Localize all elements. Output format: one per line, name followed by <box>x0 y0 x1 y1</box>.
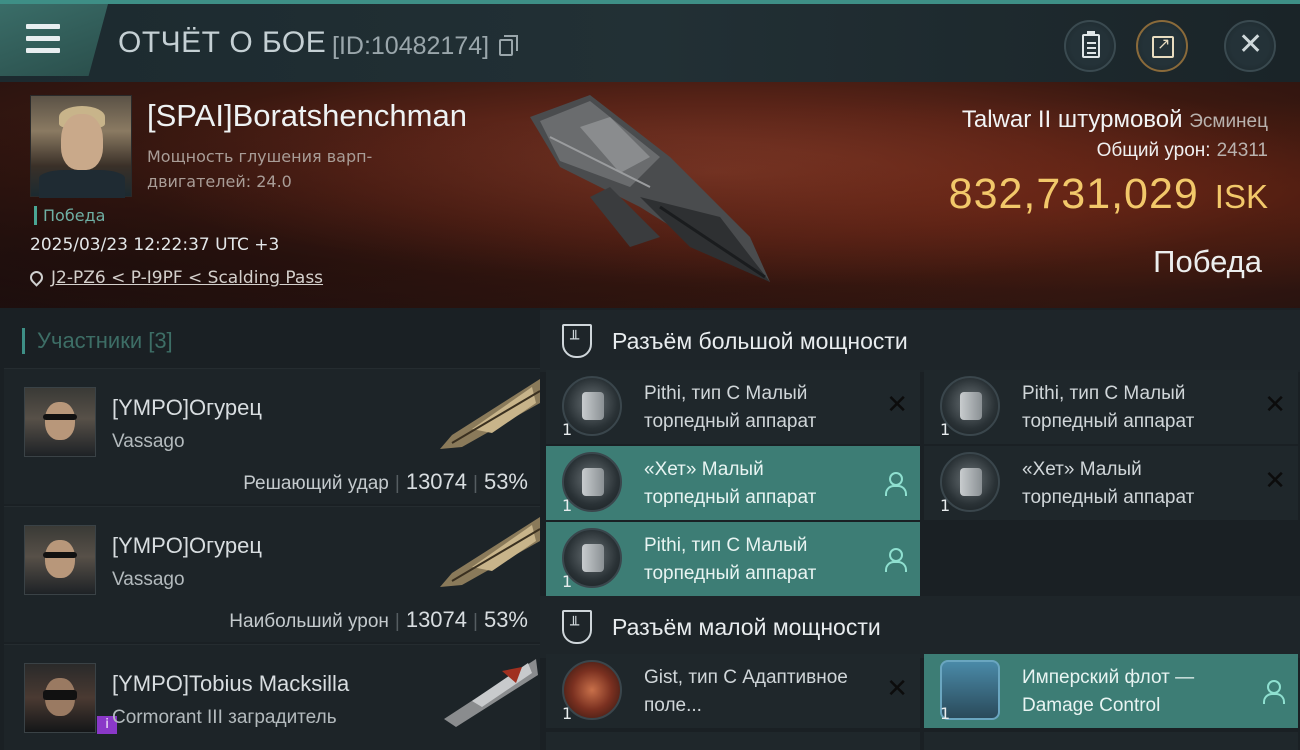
person-icon <box>884 548 907 572</box>
result-tag: Победа <box>34 206 105 225</box>
page-title: ОТЧЁТ О БОЕ <box>118 26 327 59</box>
module-slot[interactable]: 1 Pithi, тип C Малый торпедный аппарат ✕ <box>546 370 920 444</box>
battle-id: [ID:10482174] <box>332 32 490 60</box>
battle-timestamp: 2025/03/23 12:22:37 UTC +3 <box>30 235 280 255</box>
clipboard-icon <box>1082 31 1100 58</box>
participant-ship: Vassago <box>112 569 185 590</box>
module-name: Gist, тип C Адаптивное поле... <box>644 667 848 716</box>
participant-row[interactable]: i [YMPO]Tobius Macksilla Cormorant III з… <box>4 644 540 750</box>
close-icon: ✕ <box>1238 27 1264 62</box>
participant-row[interactable]: [YMPO]Огурец Vassago Решающий удар | 13074… <box>4 368 541 504</box>
victim-stat: Мощность глушения варп-двигателей: 24.0 <box>147 147 373 191</box>
victim-ship-name[interactable]: Talwar II штурмовой Эсминец <box>962 106 1268 134</box>
share-button[interactable] <box>1136 20 1188 72</box>
participants-header[interactable]: Участники [3] <box>22 328 173 354</box>
hamburger-menu-icon-line <box>26 36 60 41</box>
person-icon <box>884 472 907 496</box>
high-slot-label: Разъём большой мощности <box>612 328 908 354</box>
x-icon: ✕ <box>886 390 908 420</box>
participant-damage: 13074 <box>405 469 468 494</box>
module-quantity: 1 <box>562 420 573 439</box>
victim-banner: [SPAI]Boratshenchman Мощность глушения в… <box>0 82 1300 308</box>
module-quantity: 1 <box>940 704 951 723</box>
participant-ship: Cormorant III заградитель <box>112 707 337 728</box>
participant-ship-image <box>440 517 541 587</box>
module-quantity: 1 <box>940 496 951 515</box>
participant-damage: 13074 <box>405 607 468 632</box>
module-quantity: 1 <box>562 572 573 591</box>
victim-ship-image <box>530 95 770 282</box>
module-name: «Хет» Малый торпедный аппарат <box>1022 459 1195 508</box>
isk-amount: 832,731,029 <box>948 170 1199 218</box>
person-icon <box>1262 680 1285 704</box>
module-quantity: 1 <box>940 420 951 439</box>
low-slot-header: Разъём малой мощности <box>540 596 1300 658</box>
participant-name: [YMPO]Tobius Macksilla <box>112 671 350 696</box>
module-slot[interactable]: 1 Gist, тип C Адаптивное поле... ✕ <box>546 654 920 728</box>
damage-label: Общий урон: <box>1096 140 1211 161</box>
participant-stats: Наибольший урон | 13074 | 53% <box>229 607 528 632</box>
battle-outcome: Победа <box>1153 244 1262 279</box>
participant-ship-image <box>444 659 538 727</box>
slot-shield-icon <box>562 610 592 644</box>
module-slot-partial[interactable] <box>924 732 1298 750</box>
module-slot[interactable]: 1 «Хет» Малый торпедный аппарат ✕ <box>924 446 1298 520</box>
x-icon: ✕ <box>1264 390 1286 420</box>
top-bar: ОТЧЁТ О БОЕ [ID:10482174] ✕ <box>0 0 1300 82</box>
participant-role: Наибольший урон <box>229 611 389 632</box>
module-name: Pithi, тип C Малый торпедный аппарат <box>644 535 817 584</box>
share-icon <box>1152 34 1174 58</box>
location-link[interactable]: J2-PZ6 < P-I9PF < Scalding Pass <box>27 268 323 288</box>
participant-name: [YMPO]Огурец <box>112 395 262 420</box>
participant-percent: 53% <box>483 469 528 494</box>
x-icon: ✕ <box>886 674 908 704</box>
victim-portrait[interactable] <box>30 95 132 198</box>
participant-ship: Vassago <box>112 431 185 452</box>
slot-shield-icon <box>562 324 592 358</box>
module-quantity: 1 <box>562 496 573 515</box>
participant-row[interactable]: [YMPO]Огурец Vassago Наибольший урон | 130… <box>4 506 541 642</box>
hamburger-menu-icon-line <box>26 48 60 53</box>
close-button[interactable]: ✕ <box>1224 20 1276 72</box>
participant-ship-image <box>440 379 541 449</box>
fitting-panel: Разъём большой мощности 1 Pithi, тип C М… <box>540 308 1300 750</box>
victim-name[interactable]: [SPAI]Boratshenchman <box>147 98 467 134</box>
participant-role: Решающий удар <box>243 473 389 494</box>
module-slot[interactable]: 1 Pithi, тип C Малый торпедный аппарат <box>546 522 920 596</box>
module-quantity: 1 <box>562 704 573 723</box>
module-slot[interactable]: 1 Имперский флот — Damage Control <box>924 654 1298 728</box>
total-damage: Общий урон: 24311 <box>1097 140 1268 162</box>
hamburger-menu-icon <box>26 24 60 29</box>
module-name: Имперский флот — Damage Control <box>1022 667 1195 716</box>
damage-value: 24311 <box>1216 140 1268 161</box>
location-text[interactable]: J2-PZ6 < P-I9PF < Scalding Pass <box>51 268 323 288</box>
isk-value: 832,731,029 ISK <box>949 170 1268 219</box>
participant-stats: Решающий удар | 13074 | 53% <box>243 469 528 494</box>
module-name: Pithi, тип C Малый торпедный аппарат <box>644 383 817 432</box>
x-icon: ✕ <box>1264 466 1286 496</box>
high-slot-header: Разъём большой мощности <box>540 310 1300 372</box>
participants-panel: Участники [3] [YMPO]Огурец Vassago Решаю… <box>0 308 541 750</box>
copy-icon[interactable] <box>499 35 518 56</box>
module-name: «Хет» Малый торпедный аппарат <box>644 459 817 508</box>
location-pin-icon <box>27 268 46 287</box>
module-slot[interactable]: 1 «Хет» Малый торпедный аппарат <box>546 446 920 520</box>
ship-class: Эсминец <box>1189 111 1268 132</box>
participant-avatar[interactable]: i <box>24 663 117 734</box>
participant-percent: 53% <box>483 607 528 632</box>
module-name: Pithi, тип C Малый торпедный аппарат <box>1022 383 1195 432</box>
module-slot-partial[interactable] <box>546 732 920 750</box>
module-slot[interactable]: 1 Pithi, тип C Малый торпедный аппарат ✕ <box>924 370 1298 444</box>
isk-unit: ISK <box>1214 178 1268 215</box>
low-slot-label: Разъём малой мощности <box>612 614 881 640</box>
ship-type: Talwar II штурмовой <box>961 106 1183 133</box>
participant-avatar[interactable] <box>24 525 96 595</box>
clipboard-button[interactable] <box>1064 20 1116 72</box>
hamburger-menu-button[interactable] <box>0 4 108 76</box>
participant-name: [YMPO]Огурец <box>112 533 262 558</box>
participant-avatar[interactable] <box>24 387 96 457</box>
